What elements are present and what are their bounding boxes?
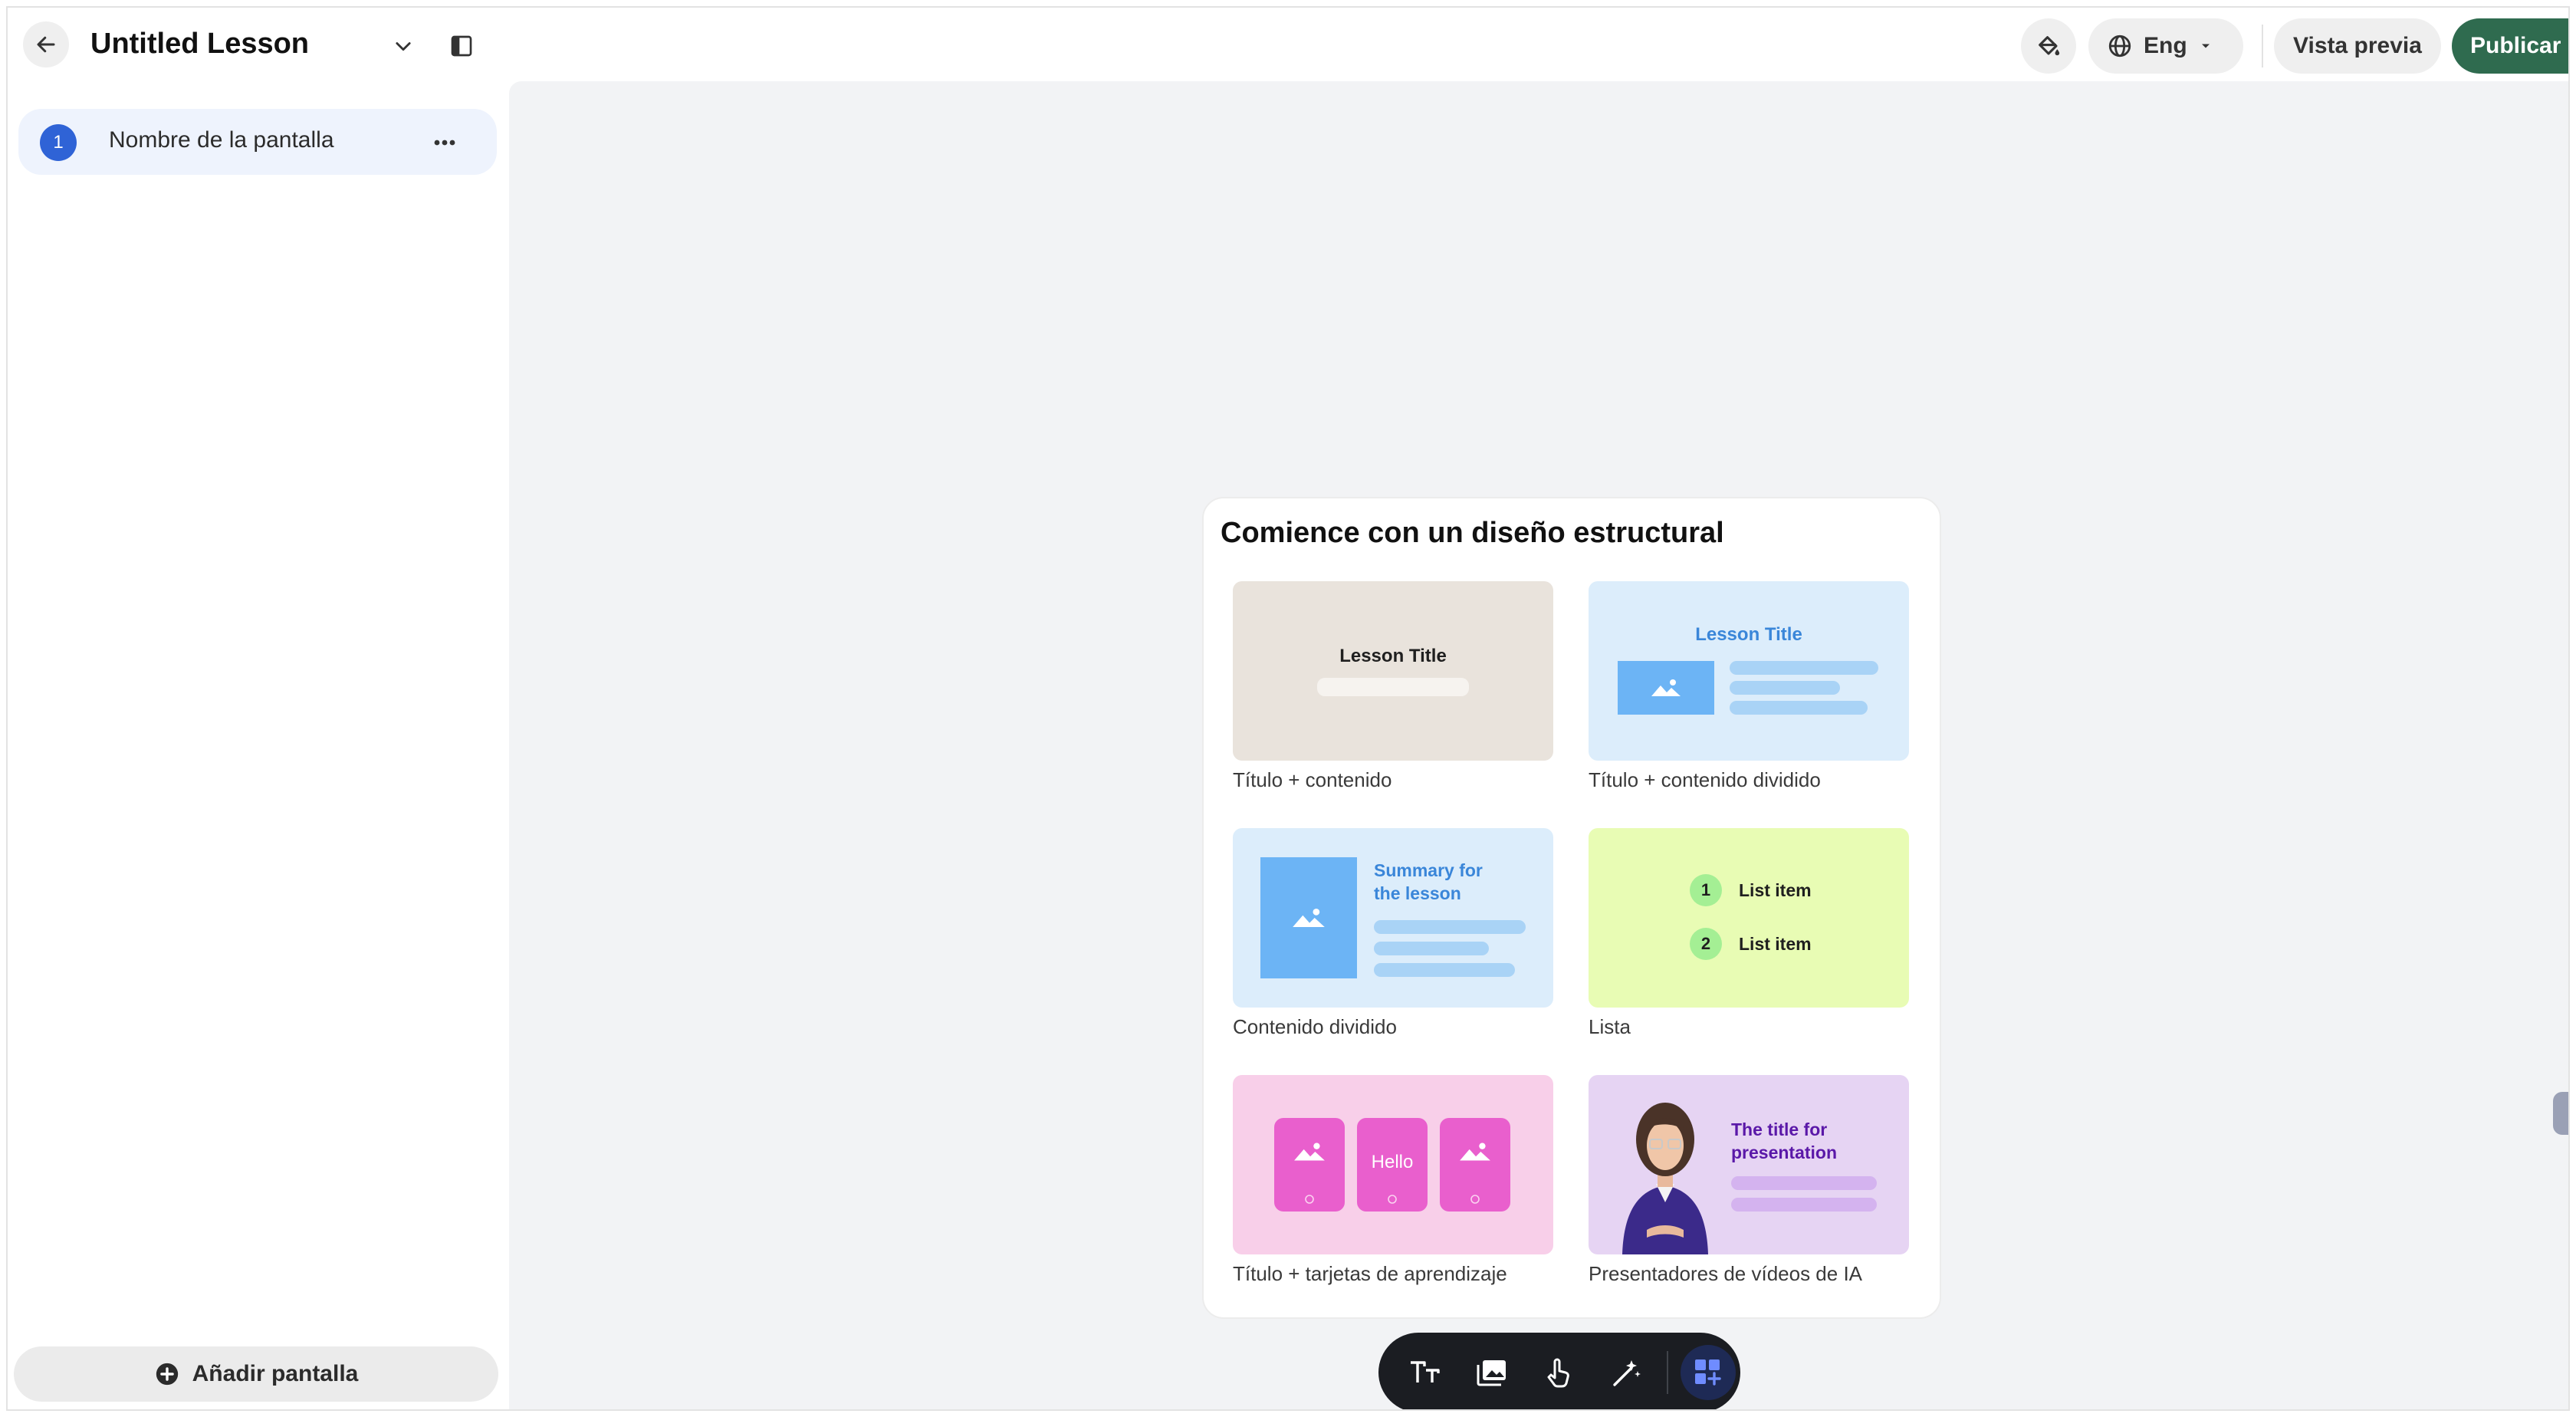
toolbar-divider xyxy=(1667,1351,1668,1394)
more-options-icon[interactable] xyxy=(426,124,463,161)
thumbnail-line xyxy=(1374,963,1515,977)
toggle-sidebar-button[interactable] xyxy=(446,31,477,61)
layout-thumbnail: 1 List item 2 List item xyxy=(1589,828,1909,1008)
layout-tile-label: Título + contenido dividido xyxy=(1589,768,1821,791)
caret-down-icon xyxy=(2201,44,2210,48)
layout-tile-label: Contenido dividido xyxy=(1233,1015,1397,1038)
toolbar-divider xyxy=(2262,25,2263,67)
preview-button[interactable]: Vista previa xyxy=(2274,18,2441,74)
list-item-text: List item xyxy=(1739,934,1812,954)
text-icon xyxy=(1411,1361,1440,1382)
layout-thumbnail: The title for presentation xyxy=(1589,1075,1909,1254)
thumbnail-title: Lesson Title xyxy=(1339,646,1447,666)
image-placeholder-icon xyxy=(1294,1142,1325,1161)
layout-tile-list[interactable]: 1 List item 2 List item Lista xyxy=(1589,828,1909,1039)
paint-bucket-icon xyxy=(2039,36,2060,56)
layout-thumbnail: Summary for the lesson xyxy=(1233,828,1553,1008)
media-tool-button[interactable] xyxy=(1464,1345,1520,1400)
layout-tile-label: Presentadores de vídeos de IA xyxy=(1589,1262,1863,1285)
flip-icon xyxy=(1305,1195,1314,1204)
globe-icon xyxy=(2108,35,2131,58)
layout-thumbnail: Lesson Title xyxy=(1233,581,1553,761)
image-placeholder-icon xyxy=(1618,661,1714,715)
layout-add-icon xyxy=(1695,1359,1721,1386)
screen-list-item[interactable]: 1 Nombre de la pantalla xyxy=(18,109,497,175)
layout-tile-title-split-content[interactable]: Lesson Title Título + contenido dividido xyxy=(1589,581,1909,792)
thumbnail-title: Summary for the lesson xyxy=(1374,860,1483,903)
layout-tile-label: Lista xyxy=(1589,1015,1631,1038)
layout-thumbnail: Lesson Title xyxy=(1589,581,1909,761)
thumbnail-line xyxy=(1731,1198,1877,1212)
flashcard-text: Hello xyxy=(1371,1152,1414,1172)
thumbnail-line xyxy=(1730,681,1840,695)
thumbnail-line xyxy=(1730,661,1878,675)
thumbnail-title: The title for presentation xyxy=(1731,1119,1838,1162)
ai-wand-icon xyxy=(1613,1360,1641,1386)
flip-icon xyxy=(1470,1195,1480,1204)
thumbnail-line xyxy=(1374,942,1489,955)
text-tool-button[interactable] xyxy=(1397,1345,1452,1400)
thumbnail-line xyxy=(1731,1176,1877,1190)
side-panel-tab[interactable] xyxy=(2553,1092,2568,1135)
layout-tool-button[interactable] xyxy=(1681,1345,1736,1400)
thumbnail-line xyxy=(1317,678,1469,696)
flashcard xyxy=(1440,1118,1510,1212)
flashcard xyxy=(1274,1118,1345,1212)
layout-tile-title-content[interactable]: Lesson Title Título + contenido xyxy=(1233,581,1553,792)
insert-toolbar xyxy=(1378,1333,1740,1409)
list-item-text: List item xyxy=(1739,880,1812,900)
publish-button[interactable]: Publicar xyxy=(2452,18,2568,74)
image-placeholder-icon xyxy=(1460,1142,1490,1161)
layout-tile-label: Título + tarjetas de aprendizaje xyxy=(1233,1262,1507,1285)
sidebar-panel-icon xyxy=(451,35,472,57)
layout-picker-title: Comience con un diseño estructural xyxy=(1221,517,1724,549)
ai-tool-button[interactable] xyxy=(1599,1345,1654,1400)
plus-circle-icon xyxy=(156,1363,178,1386)
screen-name: Nombre de la pantalla xyxy=(109,127,334,153)
screen-number-badge: 1 xyxy=(40,124,77,161)
layout-picker: Comience con un diseño estructural Lesso… xyxy=(1202,497,1941,1319)
list-number-badge: 2 xyxy=(1690,928,1722,960)
thumbnail-title: Lesson Title xyxy=(1695,624,1802,645)
layout-tile-ai-presenter[interactable]: The title for presentation Presentadores… xyxy=(1589,1075,1909,1286)
media-icon xyxy=(1477,1360,1506,1386)
editor-canvas: Comience con un diseño estructural Lesso… xyxy=(509,81,2568,1409)
add-screen-label: Añadir pantalla xyxy=(192,1361,359,1386)
layout-tile-split-content[interactable]: Summary for the lesson Contenido dividid… xyxy=(1233,828,1553,1039)
layout-thumbnail: Hello xyxy=(1233,1075,1553,1254)
add-screen-button[interactable]: Añadir pantalla xyxy=(14,1346,498,1402)
presenter-avatar xyxy=(1622,1103,1708,1254)
language-label: Eng xyxy=(2144,33,2187,58)
arrow-left-icon xyxy=(37,36,55,53)
top-bar: Untitled Lesson Eng Vista previa Publica… xyxy=(8,8,2568,81)
chevron-down-icon[interactable] xyxy=(388,31,419,61)
layout-tile-label: Título + contenido xyxy=(1233,768,1392,791)
flashcard: Hello xyxy=(1357,1118,1428,1212)
thumbnail-line xyxy=(1730,701,1868,715)
interaction-icon xyxy=(1547,1358,1569,1388)
lesson-title[interactable]: Untitled Lesson xyxy=(90,28,309,61)
flip-icon xyxy=(1388,1195,1397,1204)
image-placeholder-icon xyxy=(1260,857,1357,978)
theme-button[interactable] xyxy=(2021,18,2076,74)
language-selector[interactable]: Eng xyxy=(2088,18,2243,74)
layout-tile-flashcards[interactable]: Hello Título + tarjetas de aprendizaje xyxy=(1233,1075,1553,1286)
thumbnail-line xyxy=(1374,920,1526,934)
back-button[interactable] xyxy=(23,21,69,67)
list-number-badge: 1 xyxy=(1690,874,1722,906)
interaction-tool-button[interactable] xyxy=(1532,1345,1587,1400)
screens-sidebar: 1 Nombre de la pantalla Añadir pantalla xyxy=(8,81,509,1409)
app-window: Untitled Lesson Eng Vista previa Publica… xyxy=(6,6,2570,1411)
